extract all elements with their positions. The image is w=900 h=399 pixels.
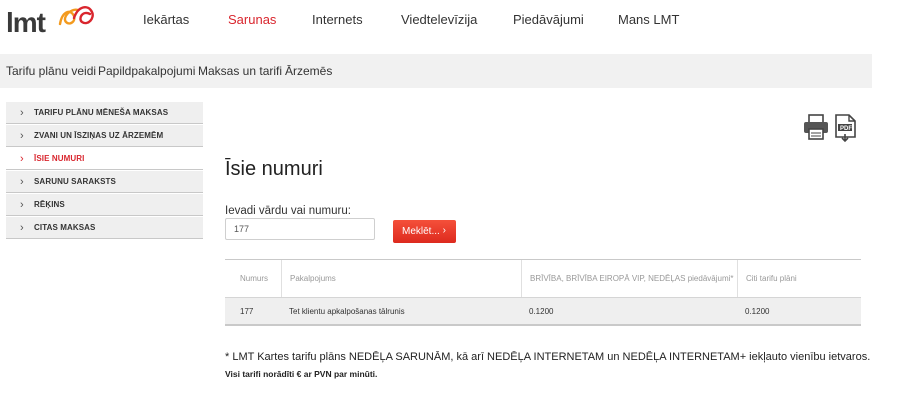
svg-text:PDF: PDF bbox=[840, 126, 852, 132]
chevron-right-icon: › bbox=[20, 199, 24, 211]
subnav-item-papildpakalpojumi[interactable]: Papildpakalpojumi bbox=[98, 64, 195, 78]
sidebar-item-rekins[interactable]: › RĒĶINS bbox=[6, 193, 203, 216]
table-cell: 0.1200 bbox=[745, 306, 770, 316]
sidebar-item-label: ZVANI UN ĪSZIŅAS UZ ĀRZEMĒM bbox=[34, 131, 164, 140]
short-numbers-table: Numurs Pakalpojums BRĪVĪBA, BRĪVĪBA EIRO… bbox=[225, 259, 861, 326]
sidebar-menu: › TARIFU PLĀNU MĒNEŠA MAKSAS › ZVANI UN … bbox=[6, 101, 203, 239]
logo-mark-icon bbox=[58, 6, 94, 26]
sidebar-item-label: TARIFU PLĀNU MĒNEŠA MAKSAS bbox=[34, 108, 169, 117]
subnav-item-tarifu-planu-veidi[interactable]: Tarifu plānu veidi bbox=[6, 64, 96, 78]
sidebar-item-sarunu-saraksts[interactable]: › SARUNU SARAKSTS bbox=[6, 170, 203, 193]
sidebar-item-isie-numuri[interactable]: › ĪSIE NUMURI bbox=[6, 147, 203, 170]
sidebar-item-citas-maksas[interactable]: › CITAS MAKSAS bbox=[6, 216, 203, 239]
chevron-right-icon: › bbox=[20, 153, 24, 165]
subnav-item-maksas-un-tarifi[interactable]: Maksas un tarifi bbox=[198, 64, 282, 78]
table-cell: 177 bbox=[240, 306, 254, 316]
search-button-label: Meklēt... bbox=[402, 226, 440, 237]
chevron-right-icon: › bbox=[442, 225, 446, 236]
site-header: lmt Iekārtas Sarunas Internets Viedtelev… bbox=[0, 0, 900, 40]
topnav-item-sarunas[interactable]: Sarunas bbox=[228, 12, 276, 27]
search-input[interactable] bbox=[225, 218, 375, 240]
print-icon[interactable] bbox=[802, 113, 830, 141]
header-cell-briviba: BRĪVĪBA, BRĪVĪBA EIROPĀ VIP, NEDĒĻAS pie… bbox=[521, 260, 737, 297]
header-cell-citi-tarifu-plani: Citi tarifu plāni bbox=[737, 260, 861, 297]
sidebar-item-label: RĒĶINS bbox=[34, 200, 65, 209]
sidebar-item-tarifu-planu-menesa-maksas[interactable]: › TARIFU PLĀNU MĒNEŠA MAKSAS bbox=[6, 101, 203, 124]
chevron-right-icon: › bbox=[20, 130, 24, 142]
logo-text: lmt bbox=[6, 7, 46, 38]
page-title: Īsie numuri bbox=[225, 158, 323, 180]
search-label: Ievadi vārdu vai numuru: bbox=[225, 205, 351, 217]
topnav-item-iekartas[interactable]: Iekārtas bbox=[143, 12, 189, 27]
sidebar-item-label: ĪSIE NUMURI bbox=[34, 154, 85, 163]
header-cell-numurs: Numurs bbox=[240, 274, 269, 283]
chevron-right-icon: › bbox=[20, 176, 24, 188]
page-tools: PDF bbox=[802, 113, 858, 143]
chevron-right-icon: › bbox=[20, 222, 24, 234]
table-row: 177 Tet klientu apkalpošanas tālrunis 0.… bbox=[225, 298, 861, 324]
topnav-item-viedtelevizija[interactable]: Viedtelevīzija bbox=[401, 12, 477, 27]
pdf-icon[interactable]: PDF bbox=[833, 113, 859, 143]
chevron-right-icon: › bbox=[20, 107, 24, 119]
topnav-item-piedavajumi[interactable]: Piedāvājumi bbox=[513, 12, 584, 27]
footnote-bold: Visi tarifi norādīti € ar PVN par minūti… bbox=[225, 369, 378, 379]
table-cell: Tet klientu apkalpošanas tālrunis bbox=[289, 306, 405, 316]
footnote: * LMT Kartes tarifu plāns NEDĒĻA SARUNĀM… bbox=[225, 351, 871, 363]
table-cell: 0.1200 bbox=[529, 306, 554, 316]
header-cell-pakalpojums: Pakalpojums bbox=[281, 260, 521, 297]
search-button[interactable]: Meklēt... › bbox=[393, 220, 456, 243]
topnav-item-mans-lmt[interactable]: Mans LMT bbox=[618, 12, 679, 27]
lmt-logo[interactable]: lmt bbox=[6, 2, 96, 38]
table-header: Numurs Pakalpojums BRĪVĪBA, BRĪVĪBA EIRO… bbox=[225, 260, 861, 298]
sidebar-item-label: SARUNU SARAKSTS bbox=[34, 177, 116, 186]
sidebar-item-zvani-un-isziņas[interactable]: › ZVANI UN ĪSZIŅAS UZ ĀRZEMĒM bbox=[6, 124, 203, 147]
sidebar-item-label: CITAS MAKSAS bbox=[34, 223, 96, 232]
topnav-item-internets[interactable]: Internets bbox=[312, 12, 363, 27]
sub-navigation: Tarifu plānu veidi Papildpakalpojumi Mak… bbox=[0, 54, 872, 88]
subnav-item-arzemes[interactable]: Ārzemēs bbox=[285, 64, 332, 78]
